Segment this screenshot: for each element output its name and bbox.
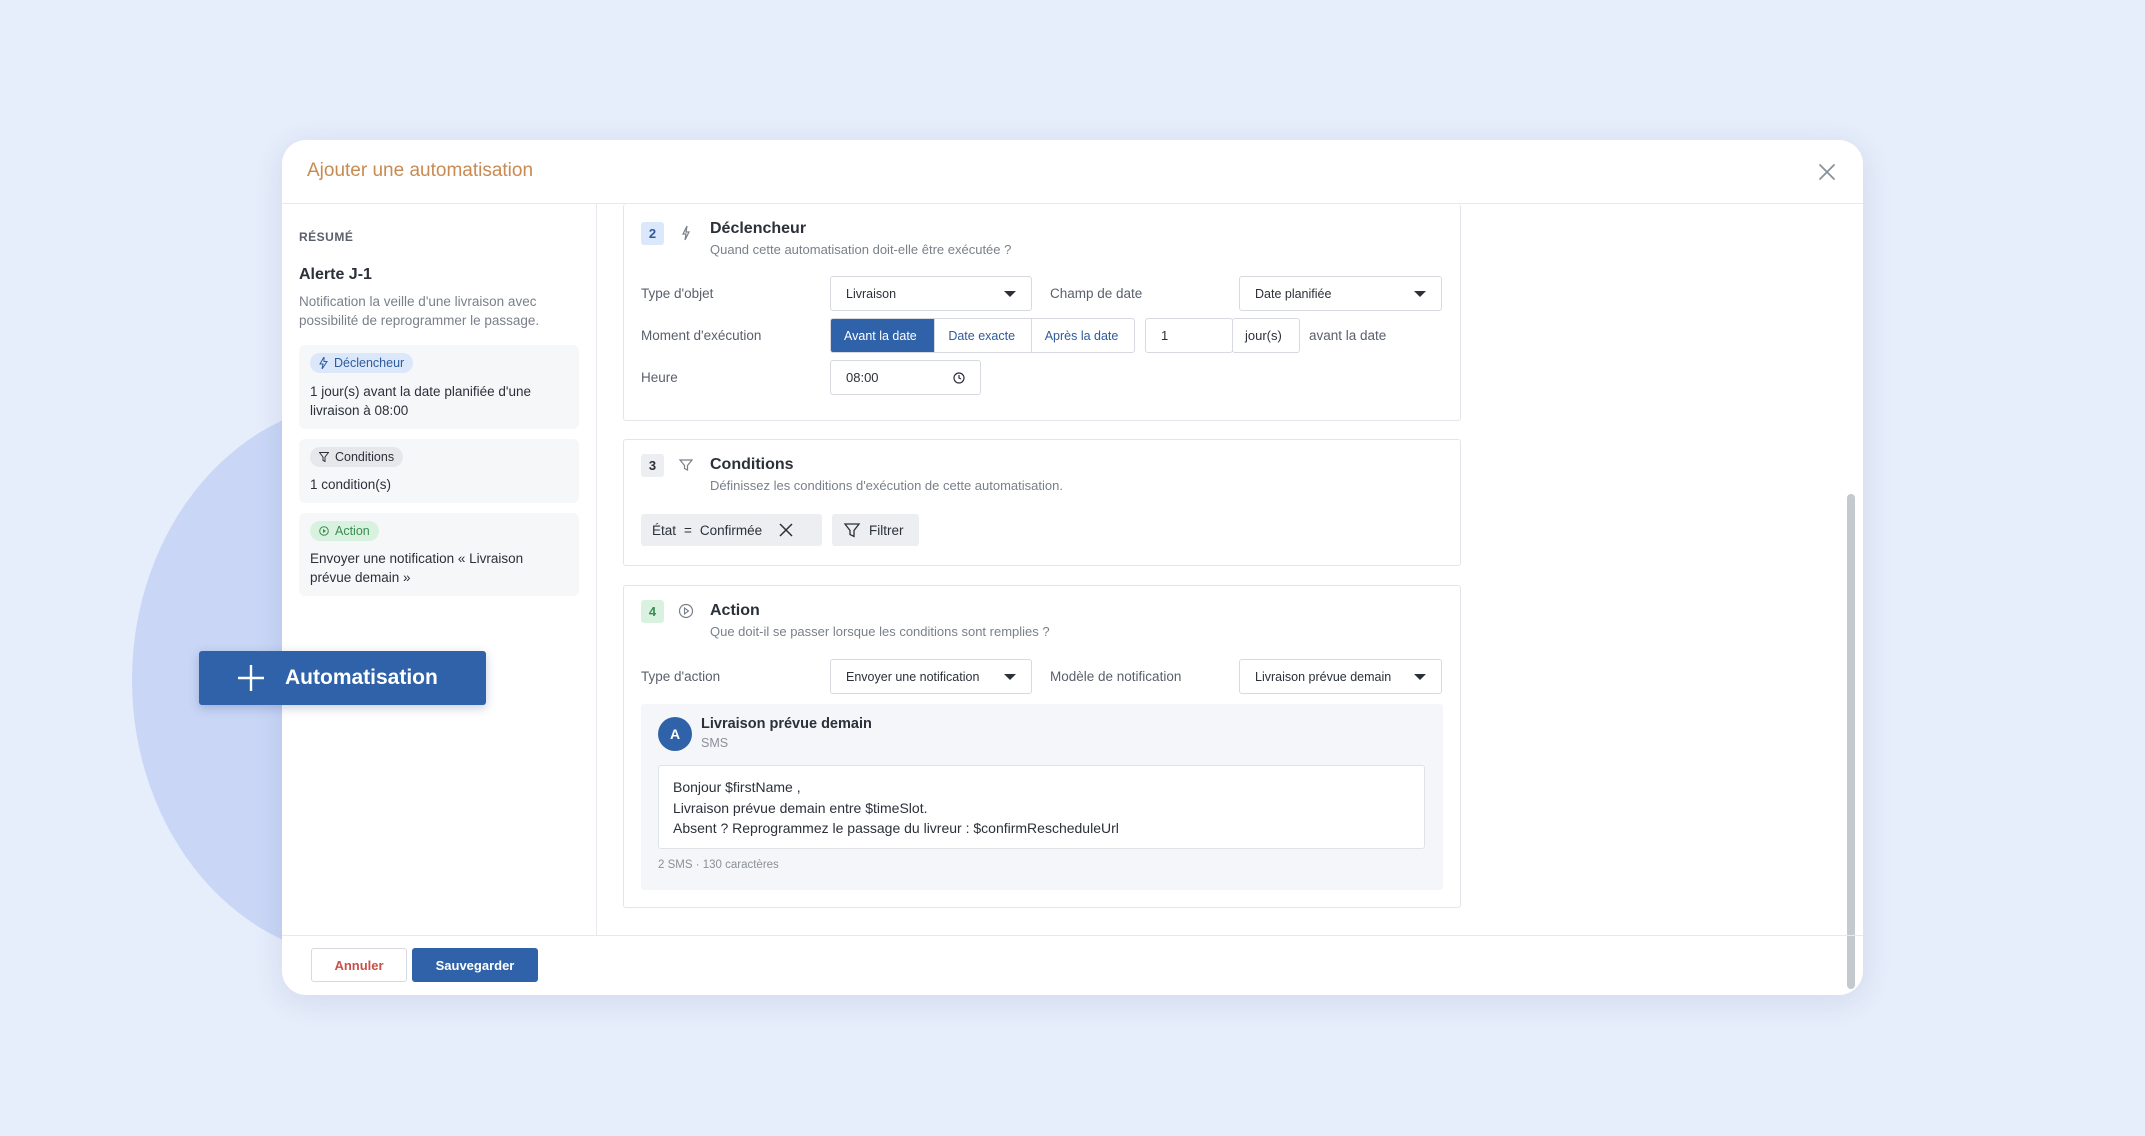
object-type-select[interactable]: Livraison	[830, 276, 1032, 311]
step-number-trigger: 2	[641, 222, 664, 245]
chevron-down-icon	[1414, 290, 1426, 297]
plus-icon	[238, 665, 264, 691]
add-automation-button[interactable]: Automatisation	[199, 651, 486, 705]
modal-footer: Annuler Sauvegarder	[282, 935, 1863, 995]
lightning-icon	[319, 357, 328, 369]
sms-counter: 2 SMS · 130 caractères	[658, 859, 779, 871]
trigger-tag-label: Déclencheur	[334, 356, 405, 370]
preview-title: Livraison prévue demain	[701, 716, 872, 732]
offset-suffix: avant la date	[1309, 328, 1387, 343]
condition-chip[interactable]: État = Confirmée	[641, 514, 822, 546]
form-content: 2 Déclencheur Quand cette automatisation…	[598, 204, 1863, 989]
action-tag: Action	[310, 521, 379, 541]
chevron-down-icon	[1414, 673, 1426, 680]
trigger-summary-text: 1 jour(s) avant la date planifiée d'une …	[310, 384, 531, 418]
trigger-subtitle: Quand cette automatisation doit-elle êtr…	[710, 242, 1012, 257]
offset-unit: jour(s)	[1232, 318, 1300, 353]
date-field-value: Date planifiée	[1255, 286, 1332, 301]
summary-title: Alerte J-1	[299, 266, 372, 283]
action-section: 4 Action Que doit-il se passer lorsque l…	[623, 585, 1461, 908]
trigger-section: 2 Déclencheur Quand cette automatisation…	[623, 204, 1461, 421]
summary-card-conditions: Conditions 1 condition(s)	[299, 439, 579, 503]
step-number-action: 4	[641, 600, 664, 623]
moment-after-date[interactable]: Après la date	[1030, 319, 1134, 352]
close-icon[interactable]	[778, 522, 794, 538]
object-type-label: Type d'objet	[641, 286, 714, 301]
avatar: A	[658, 717, 692, 751]
condition-field: État	[652, 522, 677, 538]
notification-preview: A Livraison prévue demain SMS Bonjour $f…	[641, 704, 1443, 890]
offset-input[interactable]: 1	[1145, 318, 1233, 353]
filter-button-label: Filtrer	[869, 522, 904, 538]
moment-segmented-control: Avant la date Date exacte Après la date	[830, 318, 1135, 353]
action-type-label: Type d'action	[641, 669, 721, 684]
close-icon[interactable]	[1815, 160, 1839, 184]
trigger-tag: Déclencheur	[310, 353, 414, 373]
step-number-conditions: 3	[641, 454, 664, 477]
summary-label: RÉSUMÉ	[299, 230, 354, 244]
message-line: Absent ? Reprogrammez le passage du livr…	[673, 820, 1119, 836]
template-value: Livraison prévue demain	[1255, 669, 1392, 684]
filter-icon	[843, 523, 861, 538]
conditions-summary-text: 1 condition(s)	[310, 477, 392, 492]
moment-before-date[interactable]: Avant la date	[831, 319, 935, 352]
condition-operator: =	[684, 522, 692, 538]
save-button[interactable]: Sauvegarder	[412, 948, 538, 982]
summary-card-trigger: Déclencheur 1 jour(s) avant la date plan…	[299, 345, 579, 429]
conditions-title: Conditions	[710, 456, 794, 473]
cancel-button[interactable]: Annuler	[311, 948, 407, 982]
time-value: 08:00	[846, 370, 879, 385]
summary-card-action: Action Envoyer une notification « Livrai…	[299, 513, 579, 596]
action-type-select[interactable]: Envoyer une notification	[830, 659, 1032, 694]
date-field-select[interactable]: Date planifiée	[1239, 276, 1442, 311]
conditions-tag-label: Conditions	[335, 450, 395, 464]
summary-sidebar: RÉSUMÉ Alerte J-1 Notification la veille…	[282, 204, 597, 935]
action-summary-text: Envoyer une notification « Livraison pré…	[310, 551, 524, 585]
play-circle-icon	[319, 526, 329, 536]
trigger-title: Déclencheur	[710, 220, 807, 237]
preview-channel: SMS	[701, 736, 729, 750]
action-type-value: Envoyer une notification	[846, 669, 980, 684]
add-automation-modal: Ajouter une automatisation RÉSUMÉ Alerte…	[282, 140, 1863, 995]
summary-description: Notification la veille d'une livraison a…	[299, 294, 540, 328]
filter-icon	[678, 459, 694, 471]
moment-label: Moment d'exécution	[641, 328, 762, 343]
message-line: Bonjour $firstName ,	[673, 779, 801, 795]
clock-icon	[953, 371, 965, 384]
lightning-icon	[682, 225, 690, 241]
object-type-value: Livraison	[846, 286, 897, 301]
filter-button[interactable]: Filtrer	[832, 514, 919, 546]
add-automation-label: Automatisation	[285, 666, 438, 689]
play-circle-icon	[678, 603, 694, 619]
message-line: Livraison prévue demain entre $timeSlot.	[673, 799, 928, 816]
action-subtitle: Que doit-il se passer lorsque les condit…	[710, 624, 1050, 639]
filter-icon	[319, 452, 329, 462]
template-label: Modèle de notification	[1050, 669, 1182, 684]
date-field-label: Champ de date	[1050, 286, 1143, 301]
moment-exact-date[interactable]: Date exacte	[934, 319, 1030, 352]
modal-title: Ajouter une automatisation	[307, 160, 534, 181]
time-label: Heure	[641, 370, 678, 385]
conditions-section: 3 Conditions Définissez les conditions d…	[623, 439, 1461, 566]
modal-header: Ajouter une automatisation	[282, 140, 1863, 204]
chevron-down-icon	[1004, 290, 1016, 297]
time-input[interactable]: 08:00	[830, 360, 981, 395]
condition-value: Confirmée	[699, 522, 763, 538]
scrollbar[interactable]	[1847, 494, 1855, 989]
template-select[interactable]: Livraison prévue demain	[1239, 659, 1442, 694]
message-body[interactable]: Bonjour $firstName , Livraison prévue de…	[658, 765, 1425, 849]
action-tag-label: Action	[335, 524, 370, 538]
chevron-down-icon	[1004, 673, 1016, 680]
action-title: Action	[710, 602, 760, 619]
conditions-subtitle: Définissez les conditions d'exécution de…	[710, 478, 1063, 493]
conditions-tag: Conditions	[310, 447, 404, 467]
